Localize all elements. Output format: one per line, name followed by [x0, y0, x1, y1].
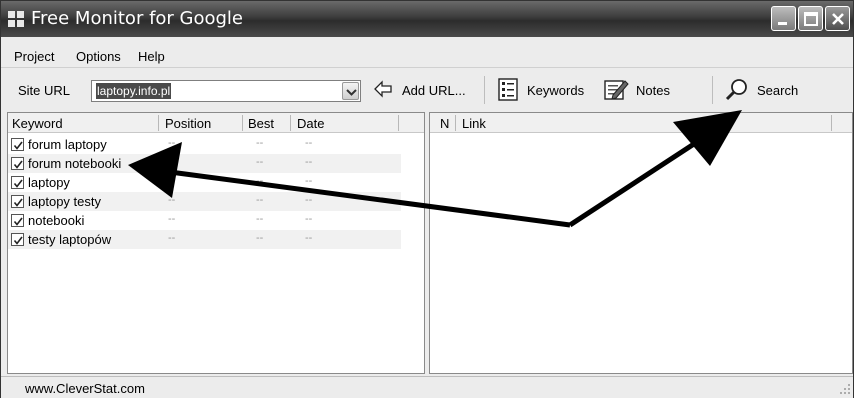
date-cell: --	[305, 194, 313, 206]
check-icon	[13, 198, 23, 207]
toolbar-separator	[484, 76, 485, 104]
keyword-checkbox[interactable]	[11, 214, 24, 227]
table-row[interactable]: forum laptopy -- -- --	[8, 135, 401, 154]
site-url-value: laptopy.info.pl	[96, 83, 172, 99]
keywords-label: Keywords	[527, 83, 585, 98]
resize-grip-icon[interactable]	[839, 383, 851, 395]
date-cell: --	[305, 232, 313, 244]
keyword-checkbox[interactable]	[11, 157, 24, 170]
column-best[interactable]: Best	[248, 116, 274, 131]
column-date[interactable]: Date	[297, 116, 324, 131]
keyword-checkbox[interactable]	[11, 176, 24, 189]
keyword-cell: testy laptopów	[28, 232, 112, 247]
keyword-cell: laptopy	[28, 175, 70, 190]
date-cell: --	[305, 137, 313, 149]
best-cell: --	[256, 194, 264, 206]
column-position[interactable]: Position	[165, 116, 211, 131]
toolbar-separator	[712, 76, 713, 104]
links-pane: N Link	[429, 112, 853, 374]
column-divider[interactable]	[455, 115, 456, 131]
check-icon	[13, 141, 23, 150]
column-link[interactable]: Link	[462, 116, 486, 131]
maximize-icon	[804, 12, 818, 26]
position-cell: --	[168, 156, 176, 168]
status-text: www.CleverStat.com	[25, 381, 145, 396]
maximize-button[interactable]	[798, 6, 823, 31]
table-row[interactable]: laptopy -- -- --	[8, 173, 401, 192]
check-icon	[13, 160, 23, 169]
check-icon	[13, 236, 23, 245]
best-cell: --	[256, 213, 264, 225]
keywords-table-header: Keyword Position Best Date	[8, 113, 424, 133]
keyword-cell: laptopy testy	[28, 194, 101, 209]
minimize-icon	[778, 22, 787, 25]
notes-pencil-icon	[604, 80, 629, 100]
column-keyword[interactable]: Keyword	[12, 116, 63, 131]
position-cell: --	[168, 137, 176, 149]
date-cell: --	[305, 156, 313, 168]
keyword-checkbox[interactable]	[11, 233, 24, 246]
keyword-cell: notebooki	[28, 213, 85, 228]
check-icon	[13, 217, 23, 226]
app-window: Free Monitor for Google Project Options …	[0, 0, 854, 398]
add-url-button[interactable]: Add URL...	[373, 76, 477, 104]
keywords-pane: Keyword Position Best Date forum laptopy…	[7, 112, 425, 374]
table-row[interactable]: notebooki -- -- --	[8, 211, 401, 230]
column-divider[interactable]	[398, 115, 399, 131]
check-icon	[13, 179, 23, 188]
menu-bar: Project Options Help	[1, 37, 853, 67]
table-row[interactable]: laptopy testy -- -- --	[8, 192, 401, 211]
magnifier-search-icon	[725, 79, 747, 101]
column-n[interactable]: N	[440, 116, 449, 131]
arrow-left-icon	[374, 80, 392, 98]
close-button[interactable]	[825, 6, 850, 31]
toolbar: Site URL laptopy.info.pl Add URL... Keyw…	[1, 67, 853, 112]
column-divider[interactable]	[290, 115, 291, 131]
position-cell: --	[168, 213, 176, 225]
position-cell: --	[168, 232, 176, 244]
keyword-checkbox[interactable]	[11, 138, 24, 151]
date-cell: --	[305, 175, 313, 187]
column-divider[interactable]	[158, 115, 159, 131]
position-cell: --	[168, 175, 176, 187]
app-grid-icon	[8, 11, 25, 28]
keywords-list-icon	[498, 78, 518, 101]
keyword-cell: forum laptopy	[28, 137, 107, 152]
notes-button[interactable]: Notes	[603, 76, 681, 104]
best-cell: --	[256, 175, 264, 187]
keyword-checkbox[interactable]	[11, 195, 24, 208]
menu-help[interactable]: Help	[138, 49, 165, 64]
title-bar[interactable]: Free Monitor for Google	[1, 1, 853, 37]
close-icon	[832, 13, 844, 25]
chevron-down-icon	[346, 89, 357, 96]
date-cell: --	[305, 213, 313, 225]
site-url-select[interactable]: laptopy.info.pl	[91, 80, 361, 102]
links-table-header: N Link	[430, 113, 852, 133]
keywords-button[interactable]: Keywords	[497, 76, 589, 104]
best-cell: --	[256, 232, 264, 244]
best-cell: --	[256, 137, 264, 149]
position-cell: --	[168, 194, 176, 206]
best-cell: --	[256, 156, 264, 168]
minimize-button[interactable]	[771, 6, 796, 31]
dropdown-button[interactable]	[342, 82, 359, 100]
table-row[interactable]: testy laptopów -- -- --	[8, 230, 401, 249]
search-button[interactable]: Search	[725, 76, 815, 104]
column-divider[interactable]	[242, 115, 243, 131]
table-row[interactable]: forum notebooki -- -- --	[8, 154, 401, 173]
status-bar: www.CleverStat.com	[1, 376, 853, 398]
notes-label: Notes	[636, 83, 670, 98]
window-title: Free Monitor for Google	[31, 8, 244, 29]
keyword-cell: forum notebooki	[28, 156, 122, 171]
add-url-label: Add URL...	[402, 83, 466, 98]
search-label: Search	[757, 83, 799, 98]
site-url-label: Site URL	[18, 83, 71, 98]
menu-project[interactable]: Project	[14, 49, 54, 64]
column-divider[interactable]	[831, 115, 832, 131]
menu-options[interactable]: Options	[76, 49, 121, 64]
